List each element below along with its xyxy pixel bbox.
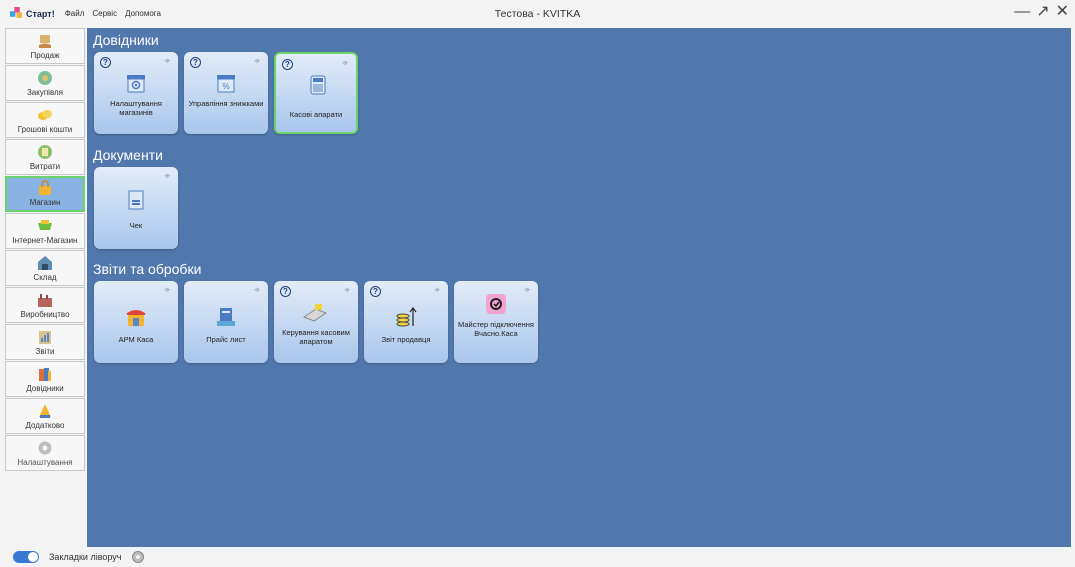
tile-label: Прайс лист	[206, 335, 246, 344]
storefront-icon	[127, 310, 145, 326]
menu-bar: Файл Сервіс Допомога	[65, 9, 169, 18]
tile-label: Управління знижками	[188, 99, 264, 108]
settings-gear-icon	[38, 441, 52, 455]
tile-store-settings[interactable]: ? ⌖ Налаштування магазинів	[94, 52, 178, 134]
sidebar-item-cash[interactable]: Грошові кошти	[5, 102, 85, 138]
restore-icon[interactable]: ↗	[1036, 3, 1049, 21]
title-bar: Старт! Файл Сервіс Допомога Тестова - KV…	[0, 0, 1075, 27]
help-icon[interactable]: ?	[370, 286, 381, 297]
tile-label: Керування касовим апаратом	[282, 328, 350, 346]
pin-icon[interactable]: ⌖	[164, 285, 170, 296]
tile-seller-report[interactable]: ? ⌖ Звіт продавця	[364, 281, 448, 363]
coins-stack-icon	[396, 306, 417, 327]
pin-icon[interactable]: ⌖	[254, 285, 260, 296]
status-bar: Закладки ліворуч	[0, 547, 1075, 567]
warehouse-icon	[38, 256, 52, 270]
tile-price-list[interactable]: ⌖ Прайс лист	[184, 281, 268, 363]
sidebar-item-label: Звіти	[35, 347, 55, 356]
cash-register-icon	[310, 75, 326, 95]
sidebar-item-reports[interactable]: Звіти	[5, 324, 85, 360]
svg-text:%: %	[222, 82, 229, 91]
sidebar-item-settings[interactable]: Налаштування	[5, 435, 85, 471]
cart-icon	[38, 220, 52, 230]
tile-pos-workstation[interactable]: ⌖ АРМ Каса	[94, 281, 178, 363]
section-title-references: Довідники	[93, 32, 159, 48]
receipt-icon	[128, 190, 144, 210]
pin-icon[interactable]: ⌖	[524, 285, 530, 296]
menu-help[interactable]: Допомога	[125, 9, 161, 18]
tile-receipt[interactable]: ⌖ Чек	[94, 167, 178, 249]
tabs-left-label: Закладки ліворуч	[49, 552, 122, 562]
sidebar-item-label: Магазин	[29, 198, 61, 207]
tile-label: Чек	[129, 221, 143, 230]
help-icon[interactable]: ?	[100, 57, 111, 68]
sidebar-item-label: Продаж	[30, 51, 60, 60]
tile-label: Майстер підключення Вчасно.Каса	[458, 320, 534, 338]
tile-cash-registers[interactable]: ? ⌖ Касові апарати	[274, 52, 358, 134]
sidebar-item-shop[interactable]: Магазин	[5, 176, 85, 212]
menu-service[interactable]: Сервіс	[92, 9, 117, 18]
books-icon	[39, 368, 51, 381]
sidebar-item-label: Інтернет-Магазин	[12, 236, 78, 245]
app-logo-icon	[10, 7, 22, 18]
coins-icon	[38, 110, 52, 120]
extra-icon	[39, 404, 51, 418]
pos-terminal-icon	[302, 304, 328, 322]
tile-label: АРМ Каса	[118, 335, 154, 344]
expenses-icon	[38, 145, 52, 159]
minimize-icon[interactable]: —	[1014, 3, 1030, 21]
sidebar-item-label: Виробництво	[20, 310, 70, 319]
sidebar-item-label: Закупівля	[26, 88, 64, 97]
sidebar-item-label: Довідники	[26, 384, 64, 393]
sidebar-item-warehouse[interactable]: Склад	[5, 250, 85, 286]
sidebar-item-extra[interactable]: Додатково	[5, 398, 85, 434]
cash-hand-icon	[39, 35, 51, 48]
help-icon[interactable]: ?	[280, 286, 291, 297]
discount-store-icon: %	[217, 75, 235, 93]
reports-icon	[39, 331, 51, 344]
pin-icon[interactable]: ⌖	[342, 58, 348, 69]
tile-label: Налаштування магазинів	[110, 99, 162, 117]
pin-icon[interactable]: ⌖	[344, 285, 350, 296]
vchasno-kasa-icon	[486, 294, 506, 314]
tile-label: Касові апарати	[289, 110, 343, 119]
pin-icon[interactable]: ⌖	[164, 171, 170, 182]
sidebar-item-label: Налаштування	[17, 458, 73, 467]
tile-label: Звіт продавця	[381, 335, 431, 344]
sidebar-item-label: Склад	[33, 273, 57, 282]
pin-icon[interactable]: ⌖	[434, 285, 440, 296]
main-workspace: Довідники ? ⌖ Налаштування магазинів ? ⌖…	[87, 28, 1071, 547]
section-title-documents: Документи	[93, 147, 163, 163]
shop-bag-icon	[39, 180, 51, 195]
sidebar-item-references[interactable]: Довідники	[5, 361, 85, 397]
brand-label: Старт!	[26, 8, 55, 19]
gear-icon[interactable]	[131, 550, 145, 564]
pin-icon[interactable]: ⌖	[254, 56, 260, 67]
tile-vchasno-wizard[interactable]: ⌖ Майстер підключення Вчасно.Каса	[454, 281, 538, 363]
factory-icon	[38, 294, 52, 307]
start-button[interactable]: Старт!	[10, 7, 55, 20]
purchase-icon	[38, 71, 52, 85]
sidebar-item-label: Грошові кошти	[17, 125, 73, 134]
menu-file[interactable]: Файл	[65, 9, 85, 18]
section-title-reports: Звіти та обробки	[93, 261, 202, 277]
pin-icon[interactable]: ⌖	[164, 56, 170, 67]
sidebar-item-expenses[interactable]: Витрати	[5, 139, 85, 175]
sidebar-item-online-shop[interactable]: Інтернет-Магазин	[5, 213, 85, 249]
help-icon[interactable]: ?	[282, 59, 293, 70]
sidebar-item-label: Витрати	[29, 162, 61, 171]
close-icon[interactable]: ✕	[1056, 3, 1069, 21]
tile-discounts[interactable]: ? ⌖ % Управління знижками	[184, 52, 268, 134]
help-icon[interactable]: ?	[190, 57, 201, 68]
sidebar-item-sales[interactable]: Продаж	[5, 28, 85, 64]
tabs-left-toggle[interactable]	[13, 551, 39, 563]
window-controls: — ↗ ✕	[1008, 3, 1069, 21]
price-list-icon	[217, 308, 235, 326]
sidebar-item-purchase[interactable]: Закупівля	[5, 65, 85, 101]
sidebar-item-label: Додатково	[25, 421, 65, 430]
store-settings-icon	[127, 75, 145, 93]
sidebar: Продаж Закупівля Грошові кошти Витрати М…	[5, 28, 87, 547]
sidebar-item-production[interactable]: Виробництво	[5, 287, 85, 323]
tile-register-control[interactable]: ? ⌖ Керування касовим апаратом	[274, 281, 358, 363]
